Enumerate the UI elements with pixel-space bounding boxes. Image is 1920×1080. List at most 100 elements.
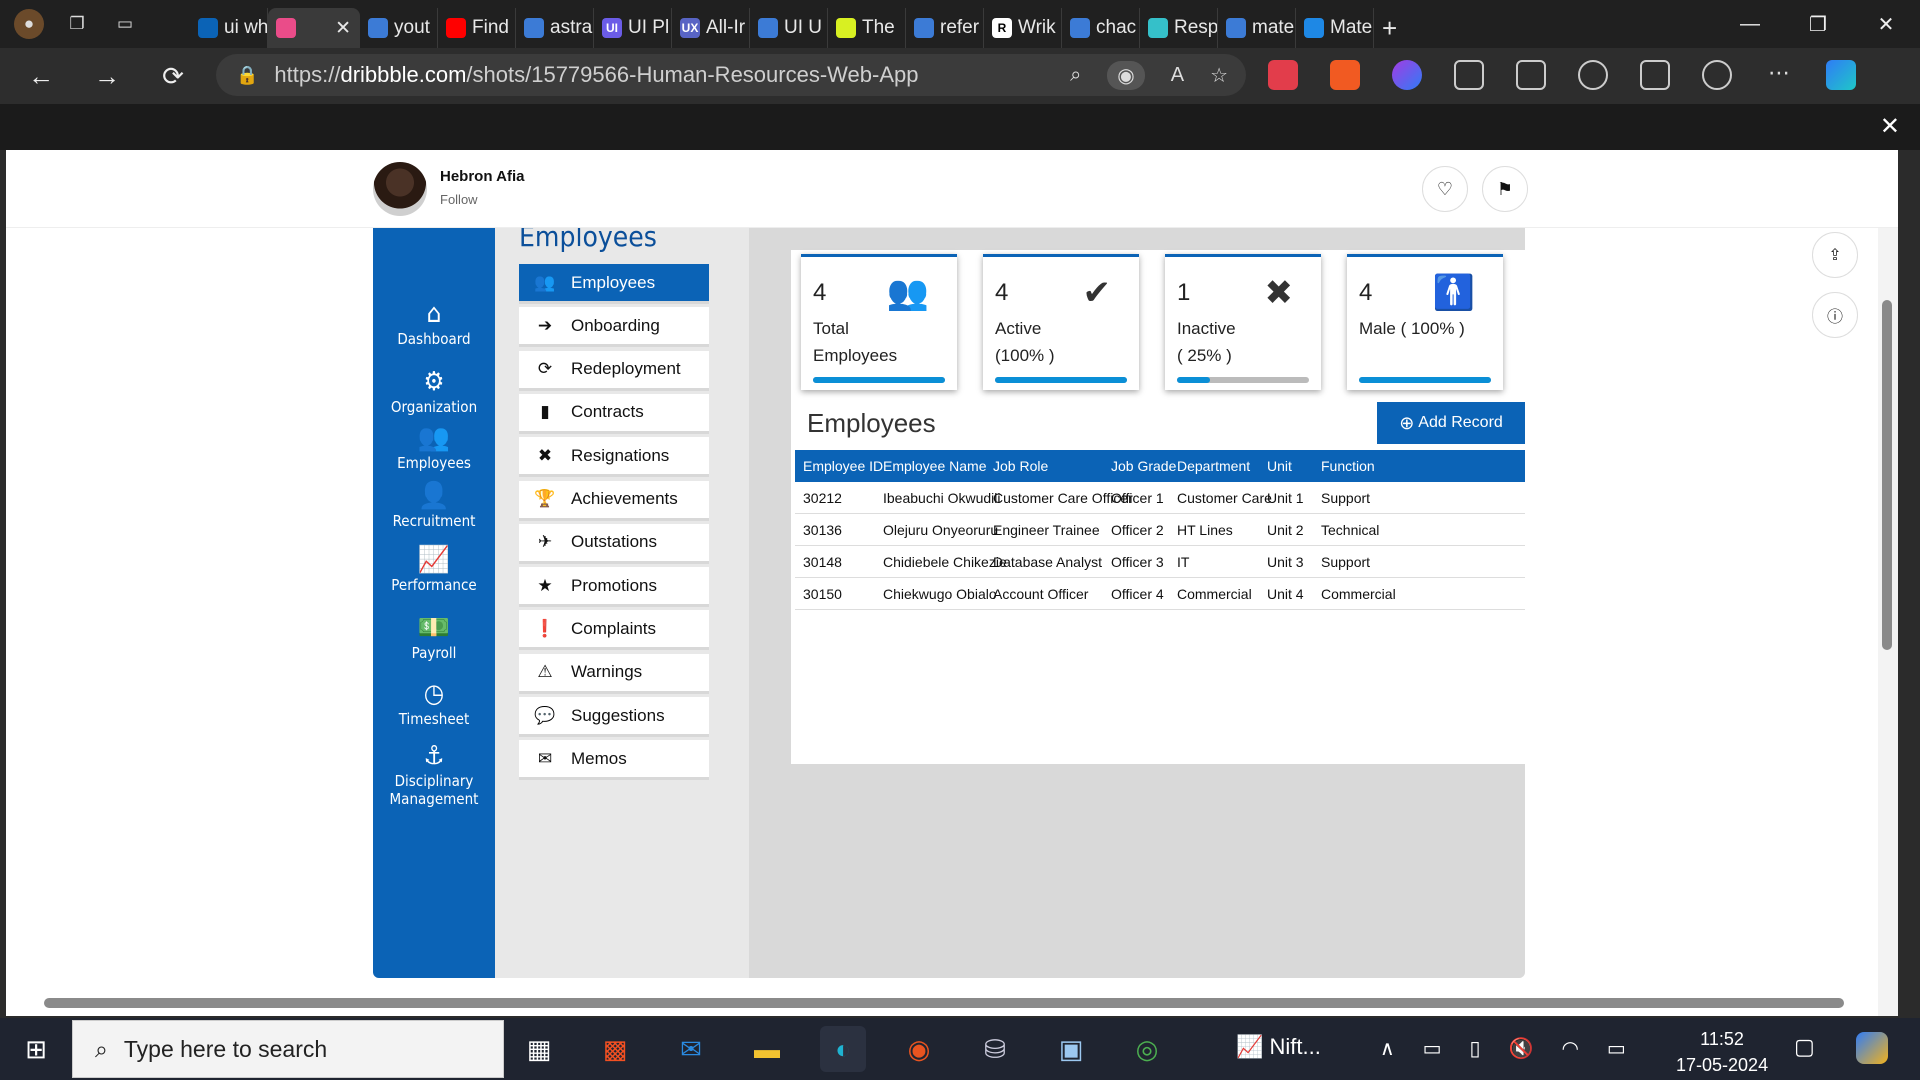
add-record-button[interactable]: ⊕ Add Record xyxy=(1377,402,1525,444)
read-aloud-icon[interactable]: A xyxy=(1171,64,1184,87)
vertical-scroll-thumb[interactable] xyxy=(1882,300,1892,650)
submenu-item[interactable]: ✉ Memos xyxy=(519,740,709,781)
nav-item[interactable]: 👥 Employees xyxy=(373,424,495,472)
extensions-puzzle-icon[interactable] xyxy=(1454,60,1484,90)
column-header[interactable]: Unit xyxy=(1267,458,1292,474)
tab-actions-icon[interactable]: ▭ xyxy=(110,9,140,39)
nifty-widget[interactable]: 📈 Nift... xyxy=(1236,1034,1321,1060)
browser-tab[interactable]: chac xyxy=(1062,8,1140,48)
browser-tab[interactable]: R Wrik xyxy=(984,8,1062,48)
author-name[interactable]: Hebron Afia xyxy=(440,168,524,185)
browser-tab[interactable]: Resp xyxy=(1140,8,1218,48)
column-header[interactable]: Job Role xyxy=(993,458,1048,474)
browser-tab[interactable]: The xyxy=(828,8,906,48)
column-header[interactable]: Function xyxy=(1321,458,1375,474)
column-header[interactable]: Department xyxy=(1177,458,1250,474)
url-field[interactable]: 🔒 https://dribbble.com/shots/15779566-Hu… xyxy=(216,54,1246,96)
submenu-item[interactable]: ⚠ Warnings xyxy=(519,653,709,694)
submenu-item[interactable]: 🏆 Achievements xyxy=(519,480,709,521)
task-view-icon[interactable]: ▦ xyxy=(516,1026,562,1072)
zoom-icon[interactable]: ⌕ xyxy=(1070,64,1081,87)
submenu-item[interactable]: ✖ Resignations xyxy=(519,437,709,478)
close-window-button[interactable]: ✕ xyxy=(1852,0,1920,48)
close-modal-icon[interactable]: ✕ xyxy=(1880,112,1900,141)
browser-tab[interactable]: UI U xyxy=(750,8,828,48)
file-explorer-icon[interactable]: ▬ xyxy=(744,1026,790,1072)
chrome-icon[interactable]: ◎ xyxy=(1124,1026,1170,1072)
back-button[interactable]: ← xyxy=(8,48,74,104)
browser-tab[interactable]: yout xyxy=(360,8,438,48)
submenu-item[interactable]: ➔ Onboarding xyxy=(519,307,709,348)
horizontal-scroll-thumb[interactable] xyxy=(44,998,1844,1008)
extension-mi-icon[interactable] xyxy=(1330,60,1360,90)
browser-tab[interactable]: refer xyxy=(906,8,984,48)
column-header[interactable]: Employee Name xyxy=(883,458,987,474)
nav-item[interactable]: ⌂ Dashboard xyxy=(373,300,495,348)
submenu-item[interactable]: 👥 Employees xyxy=(519,264,709,304)
browser-tab[interactable]: mate xyxy=(1218,8,1296,48)
table-row[interactable]: 30150 Chiekwugo Obialo Account Officer Offi… xyxy=(795,578,1525,610)
copilot-icon[interactable] xyxy=(1826,60,1856,90)
browser-tab[interactable]: ui wh xyxy=(190,8,268,48)
submenu-item[interactable]: ▮ Contracts xyxy=(519,393,709,434)
save-bookmark-button[interactable]: ⚑ xyxy=(1482,166,1528,212)
copilot-taskbar-icon[interactable] xyxy=(1856,1032,1888,1064)
horizontal-scrollbar[interactable] xyxy=(20,992,1884,1012)
vertical-scrollbar[interactable] xyxy=(1878,150,1898,1016)
extension-pen-icon[interactable] xyxy=(1268,60,1298,90)
display-icon[interactable]: ▭ xyxy=(1607,1036,1626,1061)
performance-heart-icon[interactable] xyxy=(1702,60,1732,90)
ubuntu-icon[interactable]: ◉ xyxy=(896,1026,942,1072)
column-header[interactable]: Job Grade xyxy=(1111,458,1176,474)
tracking-prevention-icon[interactable]: ◉ xyxy=(1107,60,1145,90)
nav-item[interactable]: ◷ Timesheet xyxy=(373,680,495,728)
battery-icon[interactable]: ▭ xyxy=(1423,1036,1442,1061)
nav-item[interactable]: 👤 Recruitment xyxy=(373,482,495,530)
taskbar-search[interactable]: ⌕ Type here to search xyxy=(72,1020,504,1078)
nav-item[interactable]: ⚓ Disciplinary Management xyxy=(373,742,495,808)
forward-button[interactable]: → xyxy=(74,48,140,104)
author-avatar[interactable] xyxy=(373,162,427,216)
browser-tab[interactable]: UI UI Pl xyxy=(594,8,672,48)
follow-link[interactable]: Follow xyxy=(440,192,478,207)
notifications-icon[interactable]: ▢ xyxy=(1794,1034,1815,1060)
split-screen-icon[interactable] xyxy=(1516,60,1546,90)
nav-item[interactable]: 💵 Payroll xyxy=(373,614,495,662)
refresh-button[interactable]: ⟳ xyxy=(140,48,206,104)
extension-copilot-icon[interactable] xyxy=(1392,60,1422,90)
share-button[interactable]: ⇪ xyxy=(1812,232,1858,278)
info-button[interactable]: ⓘ xyxy=(1812,292,1858,338)
browser-tab[interactable]: UX All-Ir xyxy=(672,8,750,48)
close-tab-icon[interactable]: ✕ xyxy=(335,17,351,40)
restore-button[interactable]: ❐ xyxy=(1784,0,1852,48)
wifi-icon[interactable]: ◠ xyxy=(1561,1036,1578,1061)
submenu-item[interactable]: ❗ Complaints xyxy=(519,610,709,651)
like-heart-button[interactable]: ♡ xyxy=(1422,166,1468,212)
start-button[interactable]: ⊞ xyxy=(0,1018,72,1080)
browser-tab[interactable]: Find xyxy=(438,8,516,48)
browser-tab[interactable]: ✕ xyxy=(268,8,360,48)
submenu-item[interactable]: ⟳ Redeployment xyxy=(519,350,709,391)
table-row[interactable]: 30212 Ibeabuchi Okwudili Customer Care Off… xyxy=(795,482,1525,514)
submenu-item[interactable]: ★ Promotions xyxy=(519,567,709,608)
minimize-button[interactable]: — xyxy=(1716,0,1784,48)
volume-mute-icon[interactable]: 🔇 xyxy=(1509,1036,1534,1061)
edge-icon[interactable]: ◐ xyxy=(820,1026,866,1072)
clock[interactable]: 11:52 17-05-2024 xyxy=(1676,1026,1768,1078)
mail-icon[interactable]: ✉ xyxy=(668,1026,714,1072)
favorite-star-icon[interactable]: ☆ xyxy=(1210,63,1228,88)
more-menu-icon[interactable]: ⋯ xyxy=(1764,60,1794,90)
lock-icon[interactable]: 🔒 xyxy=(236,65,258,86)
nav-item[interactable]: ⚙ Organization xyxy=(373,368,495,416)
image-viewer-icon[interactable]: ▣ xyxy=(1048,1026,1094,1072)
store-icon[interactable]: ▩ xyxy=(592,1026,638,1072)
database-icon[interactable]: ⛁ xyxy=(972,1026,1018,1072)
table-row[interactable]: 30136 Olejuru Onyeoruru Engineer Trainee Of… xyxy=(795,514,1525,546)
column-header[interactable]: Employee ID xyxy=(803,458,883,474)
submenu-item[interactable]: ✈ Outstations xyxy=(519,523,709,564)
phone-link-icon[interactable]: ▯ xyxy=(1470,1036,1481,1061)
table-row[interactable]: 30148 Chidiebele Chikezie Database Analyst… xyxy=(795,546,1525,578)
nav-item[interactable]: 📈 Performance xyxy=(373,546,495,594)
collections-icon[interactable] xyxy=(1640,60,1670,90)
profile-avatar-icon[interactable]: ● xyxy=(14,9,44,39)
